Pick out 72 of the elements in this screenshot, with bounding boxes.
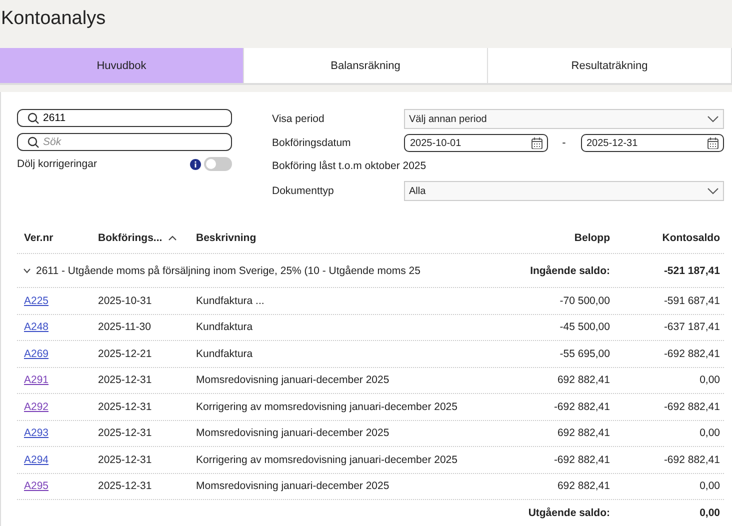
voucher-link[interactable]: A291 [24, 374, 49, 386]
page-title: Kontoanalys [0, 8, 106, 30]
table-cell-text: -45 500,00 [558, 321, 610, 334]
table-cell-text: 0,00 [698, 480, 721, 492]
table-cell-text: 692 882,41 [556, 374, 610, 386]
table-cell-text: Momsredovisning januari-december 2025 [196, 427, 390, 440]
column-header[interactable]: Beskrivning [196, 232, 470, 244]
column-header[interactable]: Ver.nr [17, 232, 98, 244]
table-cell-text: 2025-12-31 [98, 454, 153, 466]
table-cell-text: 0,00 [698, 427, 721, 440]
table-cell-text: 2025-10-31 [98, 294, 153, 307]
table-cell-text: Kundfaktura [196, 348, 254, 360]
voucher-link[interactable]: A292 [24, 400, 49, 413]
column-header[interactable]: Kontosaldo [610, 232, 724, 244]
table-cell-text: -692 882,41 [662, 348, 721, 360]
info-icon [190, 158, 201, 170]
table-cell-text: 2025-12-21 [98, 348, 153, 360]
voucher-link[interactable]: A293 [24, 427, 49, 440]
chevron-down-icon [707, 115, 719, 123]
table-cell-text: -55 695,00 [558, 348, 610, 360]
group-row[interactable]: 2611 - Utgående moms på försäljning inom Sverige, 25% (10 - Utgående moms 25 [17, 264, 470, 276]
search-field[interactable]: Sök [17, 133, 232, 151]
field-label: Bokföringsdatum [272, 137, 352, 149]
balance-value: -521 187,41 [662, 264, 721, 276]
toggle-label: Dölj korrigeringar [17, 158, 98, 170]
tab[interactable]: Huvudbok [0, 48, 244, 83]
column-header[interactable]: Bokförings... [98, 232, 196, 244]
voucher-link[interactable]: A225 [24, 294, 49, 307]
date-field[interactable]: 2025-12-31 [580, 134, 724, 152]
table-cell-text: 0,00 [698, 374, 721, 386]
column-header[interactable]: Belopp [470, 232, 610, 244]
lock-note: Bokföring låst t.o.m oktober 2025 [272, 159, 428, 174]
table-cell-text: 2025-12-31 [98, 374, 153, 386]
voucher-link[interactable]: A248 [24, 321, 49, 334]
table-cell-text: -692 882,41 [552, 454, 610, 466]
table-cell-text: 2025-12-31 [98, 480, 153, 492]
table-cell-text: 2025-11-30 [98, 321, 152, 334]
table-cell-text: -70 500,00 [558, 294, 610, 307]
balance-label: Utgående saldo: [527, 507, 610, 519]
voucher-link[interactable]: A295 [24, 480, 49, 492]
table-cell-text: Kundfaktura [196, 321, 254, 334]
field-label: Dokumenttyp [272, 185, 335, 197]
search-field[interactable]: 2611 [17, 109, 232, 127]
table-cell-text: -692 882,41 [552, 400, 610, 413]
table-cell-text: Momsredovisning januari-december 2025 [196, 374, 390, 386]
calendar-icon [530, 137, 542, 149]
balance-value: 0,00 [698, 507, 721, 519]
dropdown[interactable]: Välj annan period [404, 109, 724, 129]
table-cell-text: 692 882,41 [556, 427, 610, 440]
table-cell-text: Korrigering av momsredovisning januari-december 2025 [196, 400, 458, 413]
voucher-link[interactable]: A294 [24, 454, 49, 466]
date-field[interactable]: 2025-10-01 [404, 134, 548, 152]
table-cell-text: -591 687,41 [662, 294, 721, 307]
voucher-link[interactable]: A269 [24, 348, 49, 360]
table-cell-text: 2025-12-31 [98, 427, 153, 440]
chevron-down-icon [707, 187, 719, 195]
toggle-switch[interactable] [204, 157, 232, 171]
calendar-icon [707, 137, 719, 149]
date-separator: - [561, 137, 567, 149]
table-cell-text: -692 882,41 [662, 400, 721, 413]
table-cell-text: Kundfaktura ... [196, 294, 266, 307]
table-cell-text: 692 882,41 [556, 480, 610, 492]
search-icon [27, 136, 39, 148]
search-icon [27, 112, 39, 124]
field-label: Visa period [272, 113, 326, 125]
table-cell-text: 2025-12-31 [98, 400, 153, 413]
balance-label: Ingående saldo: [529, 264, 610, 276]
dropdown[interactable]: Alla [404, 181, 724, 201]
table-cell-text: Momsredovisning januari-december 2025 [196, 480, 390, 492]
table-cell-text: -637 187,41 [662, 321, 721, 334]
table-cell-text: Korrigering av momsredovisning januari-december 2025 [196, 454, 458, 466]
table-cell-text: -692 882,41 [662, 454, 721, 466]
